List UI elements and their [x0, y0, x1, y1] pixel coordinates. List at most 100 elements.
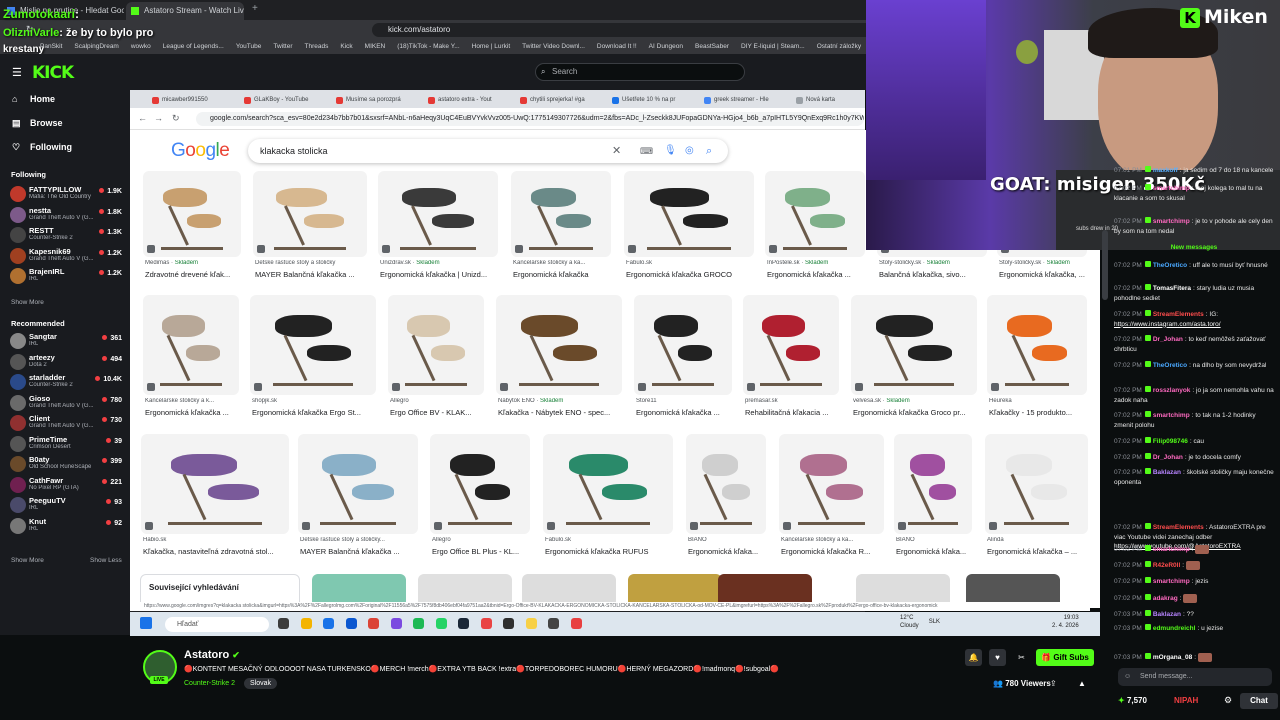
show-more-button[interactable]: Show More	[11, 299, 44, 306]
sidebar-channel[interactable]: RESTT Counter-Strike 2 1.3K	[10, 225, 124, 245]
sidebar-channel[interactable]: starladder Counter-Strike 2 10.4K	[10, 372, 124, 392]
channel-name: PeeguuTV	[29, 496, 66, 505]
source-name: premasar.sk	[745, 398, 778, 404]
sidebar-channel[interactable]: PrimeTime Crimson Desert 39	[10, 434, 124, 454]
sidebar-channel[interactable]: B0aty Old School RuneScape 399	[10, 454, 124, 474]
chat-username[interactable]: Filip098746	[1153, 438, 1188, 445]
gear-icon[interactable]: ⚙	[1224, 695, 1232, 706]
bookmark-item[interactable]: BeastSaber	[695, 40, 729, 54]
nav-browse[interactable]: ▤ Browse	[12, 118, 63, 129]
chair-knee-pad	[186, 345, 220, 361]
chair-seat	[162, 188, 207, 208]
chair-base	[160, 383, 222, 386]
streamer-name[interactable]: Astatoro ✔	[184, 649, 240, 661]
result-title: Ergonomická kľakačka ...	[767, 270, 851, 279]
chat-username[interactable]: TomasFitera	[1153, 285, 1191, 292]
more-icon[interactable]: ▲	[1078, 679, 1086, 688]
subs-text: subs drew in 20	[1076, 226, 1119, 232]
bookmark-item[interactable]: Twitter	[273, 40, 292, 54]
url-field[interactable]: kick.com/astatoro	[372, 23, 912, 37]
chat-username[interactable]: StreamElements	[1153, 524, 1204, 531]
nav-home[interactable]: ⌂ Home	[12, 94, 55, 104]
sidebar-channel[interactable]: PeeguuTV IRL 93	[10, 495, 124, 515]
bookmark-item[interactable]: YouTube	[236, 40, 262, 54]
chat-username[interactable]: mOrgana_08	[1153, 654, 1192, 661]
sidebar-channel[interactable]: Knut IRL 92	[10, 516, 124, 536]
chat-input[interactable]: ☺ Send message...	[1118, 668, 1272, 686]
chat-scrollbar[interactable]	[1102, 230, 1108, 300]
chat-username[interactable]: Dr_Johan	[1153, 336, 1183, 343]
emoji-icon[interactable]: ☺	[1124, 668, 1131, 686]
stock-label: Skladem	[1046, 260, 1070, 266]
stream-category[interactable]: Counter-Strike 2	[184, 680, 235, 687]
chat-username[interactable]: Baklazan	[1153, 469, 1181, 476]
bookmark-item[interactable]: AI Dungeon	[649, 40, 683, 54]
chat-username[interactable]: Dr_Johan	[1153, 454, 1183, 461]
search-input[interactable]: ⌕ Search	[535, 63, 745, 81]
clip-button[interactable]: ✂	[1013, 649, 1030, 666]
chat-username[interactable]: R42eR0ll	[1153, 562, 1180, 569]
bookmark-item[interactable]: Threads	[305, 40, 329, 54]
sidebar-channel[interactable]: CathFawr No Pixel RP (GTA) 221	[10, 475, 124, 495]
result-source: velvesa.sk · Skladem	[853, 398, 979, 404]
sidebar-channel[interactable]: nestta Grand Theft Auto V (G... 1.8K	[10, 205, 124, 225]
chat-username[interactable]: TheOretico	[1153, 362, 1187, 369]
chat-username[interactable]: smartchimp	[1153, 412, 1190, 419]
image-type-icon	[145, 522, 153, 530]
chat-username[interactable]: StreamElements	[1153, 311, 1204, 318]
show-less-button[interactable]: Show Less	[90, 557, 122, 564]
chat-username[interactable]: smartchimp	[1153, 218, 1190, 225]
bookmark-item[interactable]: Home | Lurkit	[472, 40, 511, 54]
chat-link[interactable]: https://www.instagram.com/asta.toro/	[1114, 321, 1221, 328]
chat-send-button[interactable]: Chat	[1240, 693, 1278, 709]
sidebar-channel[interactable]: Kapesnik69 Grand Theft Auto V (G... 1.2K	[10, 246, 124, 266]
stock-label: Skladem	[926, 260, 950, 266]
bookmark-item[interactable]: (18)TikTok - Make Y...	[397, 40, 459, 54]
chat-username[interactable]: maxkoff	[1153, 167, 1178, 174]
sidebar-channel[interactable]: FATTYPILLOW Mafia: The Old Country 1.9K	[10, 184, 124, 204]
source-name: Detské rastúce stoly a stoličky	[255, 260, 336, 266]
bookmark-item[interactable]: DIY E-liquid | Steam...	[741, 40, 805, 54]
chair-frame	[283, 205, 305, 246]
sidebar-channel[interactable]: BrajenIRL IRL 1.2K	[10, 266, 124, 286]
chat-username[interactable]: smartchimp	[1153, 546, 1190, 553]
chat-username[interactable]: rosszlanyok	[1153, 387, 1191, 394]
browser-tab-active[interactable]: Astatoro Stream - Watch Live on Kick	[126, 2, 244, 20]
nav-following[interactable]: ♡ Following	[12, 142, 72, 153]
bookmark-item[interactable]: Kick	[340, 40, 352, 54]
bookmark-item[interactable]: ScalpingDream	[74, 40, 118, 54]
sidebar-channel[interactable]: arteezy Dota 2 494	[10, 352, 124, 372]
chat-username[interactable]: adakrag	[1153, 595, 1178, 602]
chair-base	[783, 246, 847, 250]
menu-icon[interactable]: ☰	[12, 66, 22, 79]
chair-knee-pad	[682, 214, 728, 228]
follow-button[interactable]: ♥	[989, 649, 1006, 666]
chat-message: 07:02 PM smartchimp: moj kolega to mal tu…	[1114, 184, 1274, 203]
bookmark-item[interactable]: wowko	[131, 40, 151, 54]
bookmark-item[interactable]: MIKEN	[365, 40, 386, 54]
chat-username[interactable]: smartchimp	[1153, 185, 1190, 192]
channel-game: Grand Theft Auto V (G...	[29, 423, 94, 429]
new-tab-button[interactable]: +	[252, 3, 258, 14]
chat-username[interactable]: edmundreichl	[1153, 625, 1196, 632]
gift-subs-button[interactable]: 🎁 Gift Subs	[1036, 649, 1094, 666]
badge-icon	[1144, 310, 1151, 316]
show-more-button[interactable]: Show More	[11, 557, 44, 564]
sidebar-channel[interactable]: Client Grand Theft Auto V (G... 730	[10, 413, 124, 433]
channel-points[interactable]: ✦ 7,570	[1118, 696, 1147, 705]
bookmark-item[interactable]: League of Legends...	[163, 40, 224, 54]
language-tag[interactable]: Slovak	[244, 678, 278, 689]
forward-icon: →	[154, 113, 163, 123]
kick-logo[interactable]: KICK	[32, 63, 74, 83]
chat-username[interactable]: TheOretico	[1153, 262, 1187, 269]
sidebar-channel[interactable]: Sangtar IRL 361	[10, 331, 124, 351]
bookmark-item[interactable]: Twitter Video Downl...	[522, 40, 585, 54]
upload-icon[interactable]: ⇪	[1050, 679, 1057, 688]
bookmark-item[interactable]: Ostatní záložky	[817, 40, 861, 54]
sidebar-channel[interactable]: Gioso Grand Theft Auto V (G... 780	[10, 393, 124, 413]
chat-username[interactable]: smartchimp	[1153, 578, 1190, 585]
channel-game: Grand Theft Auto V (G...	[29, 255, 94, 262]
bookmark-item[interactable]: Download It !!	[597, 40, 637, 54]
chat-username[interactable]: Baklazan	[1153, 611, 1181, 618]
notification-bell-button[interactable]: 🔔	[965, 649, 982, 666]
